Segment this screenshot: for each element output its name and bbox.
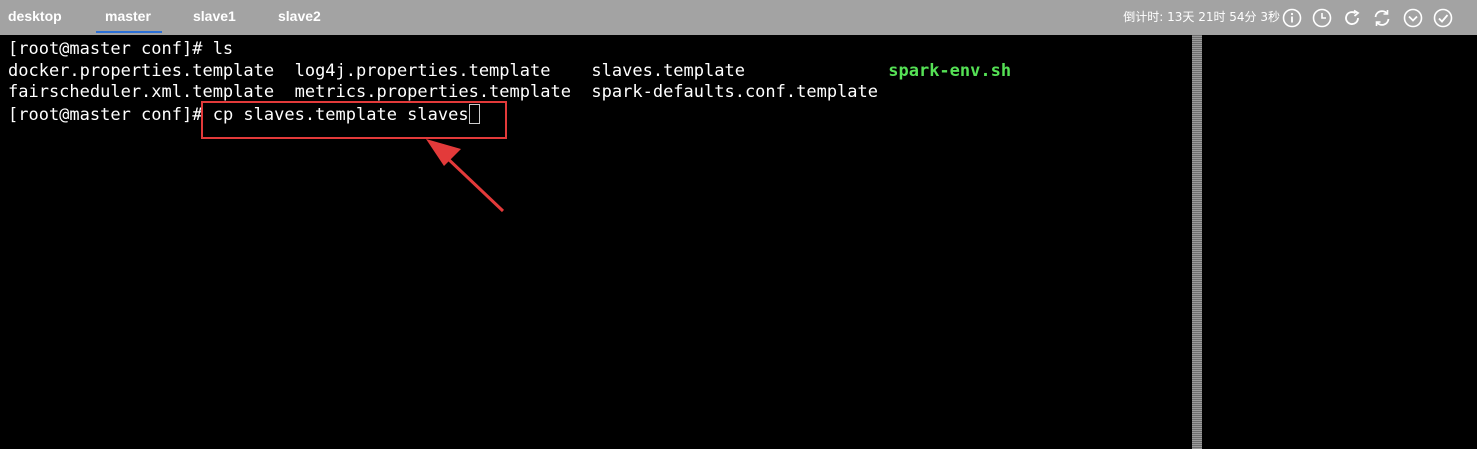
file-slaves-template: slaves.template: [591, 60, 745, 81]
file-spark-defaults-conf-template: spark-defaults.conf.template: [591, 82, 878, 102]
file-spark-env-sh: spark-env.sh: [888, 60, 1012, 81]
top-bar: desktop master slave1 slave2 倒计时: 13天 21…: [0, 0, 1477, 35]
terminal-pane[interactable]: [root@master conf]# ls docker.properties…: [0, 35, 1192, 449]
info-icon[interactable]: [1282, 8, 1302, 28]
file-metrics-properties-template: metrics.properties.template: [294, 82, 571, 102]
refresh-icon[interactable]: [1342, 8, 1362, 28]
tab-master[interactable]: master: [105, 0, 151, 35]
file-docker-properties-template: docker.properties.template: [8, 60, 275, 81]
scrollbar[interactable]: [1192, 35, 1202, 449]
shell-prompt: [root@master conf]#: [8, 104, 213, 125]
tab-desktop[interactable]: desktop: [8, 0, 62, 35]
active-tab-indicator: [96, 31, 162, 33]
terminal-line-ls: [root@master conf]# ls: [8, 39, 234, 59]
side-pane: [1202, 35, 1477, 449]
sync-icon[interactable]: [1372, 8, 1392, 28]
terminal-ls-output-row: fairscheduler.xml.template metrics.prope…: [8, 82, 1192, 104]
check-circle-icon[interactable]: [1433, 8, 1453, 28]
chevron-down-circle-icon[interactable]: [1403, 8, 1423, 28]
tab-slave1[interactable]: slave1: [193, 0, 236, 35]
file-log4j-properties-template: log4j.properties.template: [294, 60, 551, 81]
clock-icon[interactable]: [1312, 8, 1332, 28]
terminal-command-line[interactable]: [root@master conf]# cp slaves.template s…: [8, 103, 1192, 126]
terminal-ls-output-row: docker.properties.template log4j.propert…: [8, 61, 1192, 83]
countdown-timer: 倒计时: 13天 21时 54分 3秒: [1123, 10, 1280, 24]
file-fairscheduler-xml-template: fairscheduler.xml.template: [8, 82, 275, 102]
typed-command: cp slaves.template slaves: [212, 104, 469, 125]
tab-slave2[interactable]: slave2: [278, 0, 321, 35]
text-cursor: [468, 103, 480, 124]
